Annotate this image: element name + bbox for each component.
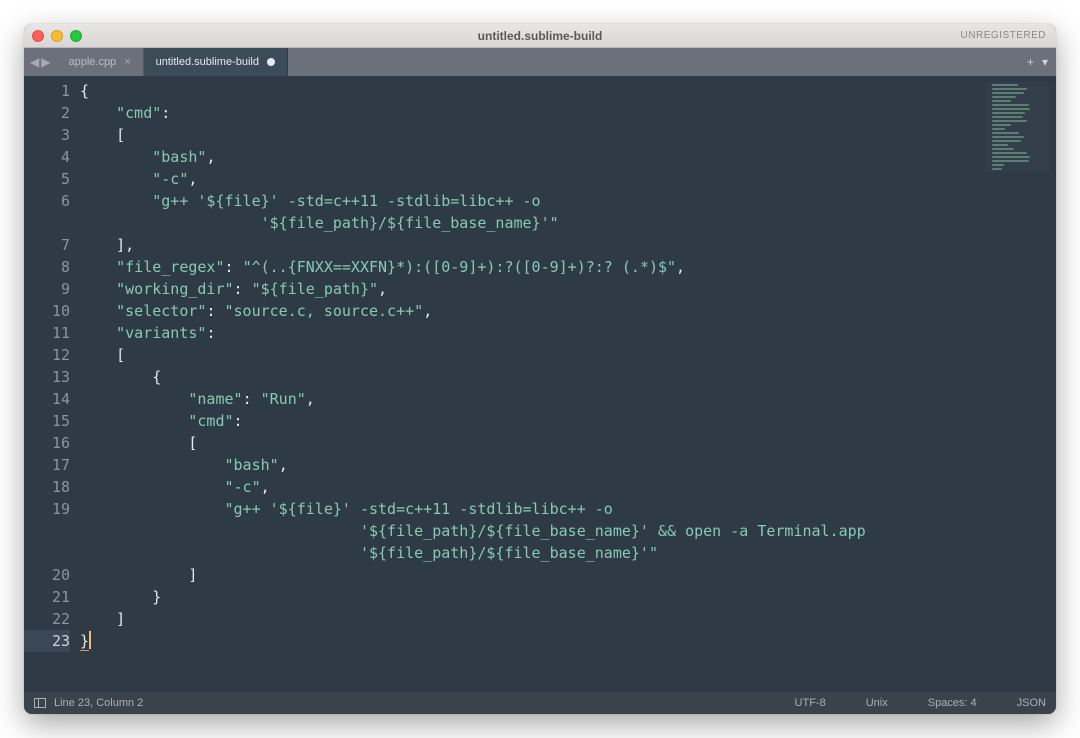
traffic-lights xyxy=(32,30,82,42)
registration-status[interactable]: UNREGISTERED xyxy=(961,30,1046,41)
close-window-button[interactable] xyxy=(32,30,44,42)
tab-menu-icon[interactable]: ▾ xyxy=(1042,55,1048,69)
close-icon[interactable]: × xyxy=(124,56,130,68)
code-area[interactable]: { "cmd": [ "bash", "-c", "g++ '${file}' … xyxy=(80,76,1056,692)
editor[interactable]: 1234567891011121314151617181920212223 { … xyxy=(24,76,1056,692)
status-bar: Line 23, Column 2 UTF-8 Unix Spaces: 4 J… xyxy=(24,692,1056,714)
new-tab-button[interactable]: + xyxy=(1027,55,1034,69)
titlebar: untitled.sublime-build UNREGISTERED xyxy=(24,24,1056,48)
nav-forward-icon[interactable]: ▶ xyxy=(41,55,50,69)
tab-untitled-build[interactable]: untitled.sublime-build xyxy=(144,48,288,76)
syntax-selector[interactable]: JSON xyxy=(1017,697,1046,709)
indent-selector[interactable]: Spaces: 4 xyxy=(928,697,977,709)
tab-bar: ◀ ▶ apple.cpp × untitled.sublime-build +… xyxy=(24,48,1056,76)
minimize-window-button[interactable] xyxy=(51,30,63,42)
tab-apple-cpp[interactable]: apple.cpp × xyxy=(56,48,143,76)
gutter: 1234567891011121314151617181920212223 xyxy=(24,76,80,692)
encoding-selector[interactable]: UTF-8 xyxy=(795,697,826,709)
nav-arrows: ◀ ▶ xyxy=(24,48,56,76)
tab-label: untitled.sublime-build xyxy=(156,56,259,68)
window-title: untitled.sublime-build xyxy=(24,29,1056,43)
cursor-position[interactable]: Line 23, Column 2 xyxy=(54,697,143,709)
line-endings-selector[interactable]: Unix xyxy=(866,697,888,709)
sidebar-toggle-icon[interactable] xyxy=(34,698,46,708)
nav-back-icon[interactable]: ◀ xyxy=(30,55,39,69)
dirty-indicator-icon xyxy=(267,58,275,66)
maximize-window-button[interactable] xyxy=(70,30,82,42)
tab-label: apple.cpp xyxy=(68,56,116,68)
app-window: untitled.sublime-build UNREGISTERED ◀ ▶ … xyxy=(24,24,1056,714)
